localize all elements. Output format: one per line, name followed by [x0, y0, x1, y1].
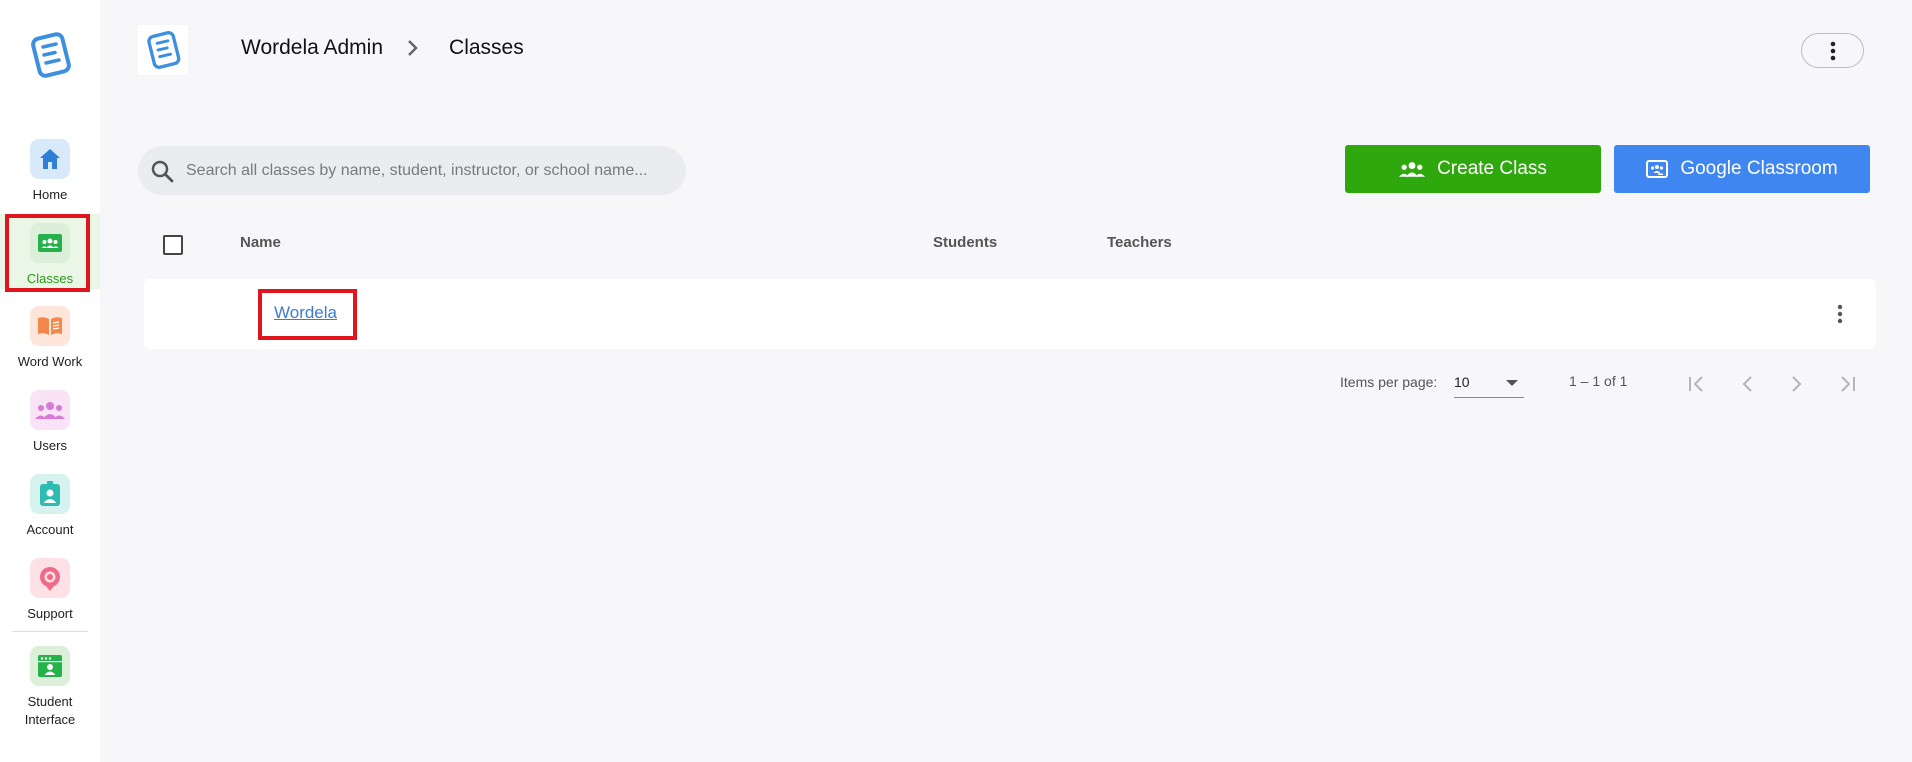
- chevron-left-icon: [1742, 376, 1752, 392]
- support-icon: [30, 558, 70, 598]
- items-per-page-label: Items per page:: [1340, 374, 1438, 390]
- book-icon: [30, 306, 70, 346]
- account-icon: [30, 474, 70, 514]
- student-interface-icon: [30, 646, 70, 686]
- home-icon: [30, 139, 70, 179]
- last-page-button[interactable]: [1823, 360, 1871, 408]
- create-class-label: Create Class: [1437, 158, 1547, 179]
- wordela-logo-icon: [26, 30, 74, 80]
- more-options-button[interactable]: [1801, 33, 1864, 68]
- sidebar: Home Classes Word Work Users Account Sup…: [0, 0, 100, 762]
- chevron-right-icon: [407, 39, 419, 57]
- sidebar-item-word-work[interactable]: Word Work: [0, 306, 100, 371]
- dropdown-caret-icon: [1506, 380, 1518, 386]
- sidebar-item-label: Users: [33, 438, 67, 453]
- breadcrumb-root[interactable]: Wordela Admin: [241, 36, 383, 60]
- sidebar-item-label: Support: [27, 606, 73, 621]
- column-header-students[interactable]: Students: [933, 234, 997, 251]
- sidebar-item-account[interactable]: Account: [0, 474, 100, 539]
- sidebar-item-label-line2: Interface: [24, 712, 76, 727]
- breadcrumb: Wordela Admin Classes: [241, 36, 524, 60]
- pagination-range: 1 – 1 of 1: [1569, 373, 1628, 389]
- sidebar-item-users[interactable]: Users: [0, 390, 100, 455]
- sidebar-item-home[interactable]: Home: [0, 139, 100, 204]
- last-page-icon: [1841, 376, 1855, 392]
- sidebar-item-label-line1: Student: [27, 694, 73, 709]
- sidebar-item-support[interactable]: Support: [0, 558, 100, 623]
- classes-icon: [30, 223, 70, 263]
- breadcrumb-current: Classes: [449, 36, 524, 59]
- sidebar-item-label: Student Interface: [0, 693, 100, 729]
- chevron-right-icon: [1792, 376, 1802, 392]
- items-per-page-value: 10: [1454, 374, 1470, 390]
- column-header-name[interactable]: Name: [240, 234, 281, 251]
- more-vert-icon: [1830, 41, 1835, 60]
- create-class-button[interactable]: Create Class: [1345, 145, 1601, 193]
- google-classroom-button[interactable]: Google Classroom: [1614, 145, 1870, 193]
- users-icon: [1399, 162, 1426, 177]
- search-input[interactable]: [186, 161, 676, 180]
- sidebar-item-label: Word Work: [17, 354, 83, 369]
- more-vert-icon: [1837, 304, 1843, 324]
- search-icon: [151, 160, 174, 182]
- sidebar-item-label: Account: [26, 522, 74, 537]
- users-icon: [30, 390, 70, 430]
- class-name-link[interactable]: Wordela: [274, 303, 337, 323]
- row-more-options-button[interactable]: [1830, 300, 1850, 328]
- sidebar-divider: [12, 631, 88, 632]
- sidebar-item-label: Home: [32, 187, 68, 202]
- google-classroom-label: Google Classroom: [1680, 158, 1838, 179]
- next-page-button[interactable]: [1773, 360, 1821, 408]
- items-per-page-select[interactable]: 10: [1454, 372, 1524, 398]
- table-row: [144, 279, 1876, 349]
- column-header-teachers[interactable]: Teachers: [1107, 234, 1172, 251]
- header-logo-icon: [138, 25, 188, 75]
- sidebar-item-classes[interactable]: Classes: [0, 214, 100, 289]
- first-page-icon: [1689, 376, 1703, 392]
- sidebar-item-student-interface[interactable]: Student Interface: [0, 646, 100, 729]
- previous-page-button[interactable]: [1723, 360, 1771, 408]
- search-bar[interactable]: [138, 146, 686, 195]
- sidebar-item-label: Classes: [26, 271, 74, 286]
- google-classroom-icon: [1646, 160, 1669, 178]
- first-page-button[interactable]: [1673, 360, 1721, 408]
- select-all-checkbox[interactable]: [163, 235, 183, 255]
